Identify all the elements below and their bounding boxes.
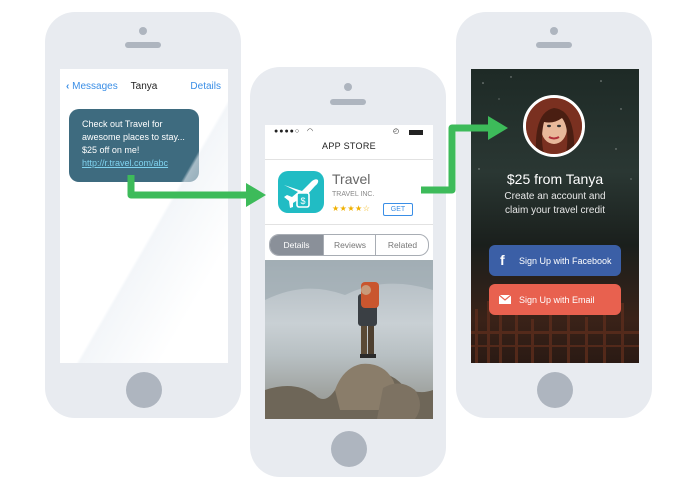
airplane-tag-icon: $ <box>284 179 319 208</box>
phone-landing: $25 from Tanya Create an account and cla… <box>456 12 652 418</box>
status-bar: ●●●●○ ◠ ◴ <box>265 125 433 139</box>
speaker-grille <box>330 99 366 105</box>
envelope-icon <box>499 295 511 304</box>
messages-screen: ‹ Messages Tanya Details Check out Trave… <box>60 69 228 363</box>
subline-1: Create an account and <box>504 191 606 202</box>
store-title: APP STORE <box>322 141 376 151</box>
message-link[interactable]: http://r.travel.com/abc <box>82 157 202 170</box>
divider <box>265 224 433 225</box>
phone-messages: ‹ Messages Tanya Details Check out Trave… <box>45 12 241 418</box>
front-camera <box>344 83 352 91</box>
subline-2: claim your travel credit <box>504 205 606 216</box>
avatar-portrait <box>526 98 582 154</box>
get-button[interactable]: GET <box>383 203 413 216</box>
front-camera <box>139 27 147 35</box>
app-company: TRAVEL INC. <box>332 191 375 198</box>
landing-screen: $25 from Tanya Create an account and cla… <box>471 69 639 363</box>
battery-icon <box>409 130 423 135</box>
rating-stars: ★★★★☆ <box>332 204 371 213</box>
message-bubble: Check out Travel for awesome places to s… <box>69 109 199 182</box>
app-name: Travel <box>332 171 371 187</box>
signal-dots-icon: ●●●●○ <box>274 128 301 135</box>
hiker-photo-art <box>265 260 433 419</box>
tab-reviews[interactable]: Reviews <box>323 235 376 255</box>
email-button-label: Sign Up with Email <box>519 295 595 305</box>
wifi-icon: ◠ <box>307 128 314 135</box>
message-line-2: awesome places to stay... <box>82 132 185 142</box>
travel-app-icon[interactable]: $ <box>278 171 324 213</box>
home-button[interactable] <box>537 372 573 408</box>
speaker-grille <box>536 42 572 48</box>
message-line-1: Check out Travel for <box>82 119 163 129</box>
messages-nav-bar: ‹ Messages Tanya Details <box>60 69 228 101</box>
facebook-button-label: Sign Up with Facebook <box>519 256 612 266</box>
home-button[interactable] <box>331 431 367 467</box>
details-link[interactable]: Details <box>190 81 221 92</box>
segmented-tabs: Details Reviews Related <box>269 234 429 256</box>
facebook-icon: f <box>500 252 505 268</box>
divider <box>265 159 433 160</box>
message-line-3: $25 off on me! <box>82 145 140 155</box>
hiker-photo <box>265 260 433 419</box>
svg-text:$: $ <box>300 196 305 206</box>
speaker-grille <box>125 42 161 48</box>
tab-related[interactable]: Related <box>375 235 428 255</box>
home-button[interactable] <box>126 372 162 408</box>
phone-app-store: ●●●●○ ◠ ◴ APP STORE $ Travel TRAVEL INC.… <box>250 67 446 477</box>
sign-up-facebook-button[interactable]: f Sign Up with Facebook <box>489 245 621 276</box>
sign-up-email-button[interactable]: Sign Up with Email <box>489 284 621 315</box>
tab-details[interactable]: Details <box>270 235 323 255</box>
avatar <box>523 95 585 157</box>
app-store-screen: ●●●●○ ◠ ◴ APP STORE $ Travel TRAVEL INC.… <box>265 125 433 419</box>
alarm-icon: ◴ <box>393 128 400 135</box>
headline: $25 from Tanya <box>506 171 604 187</box>
front-camera <box>550 27 558 35</box>
